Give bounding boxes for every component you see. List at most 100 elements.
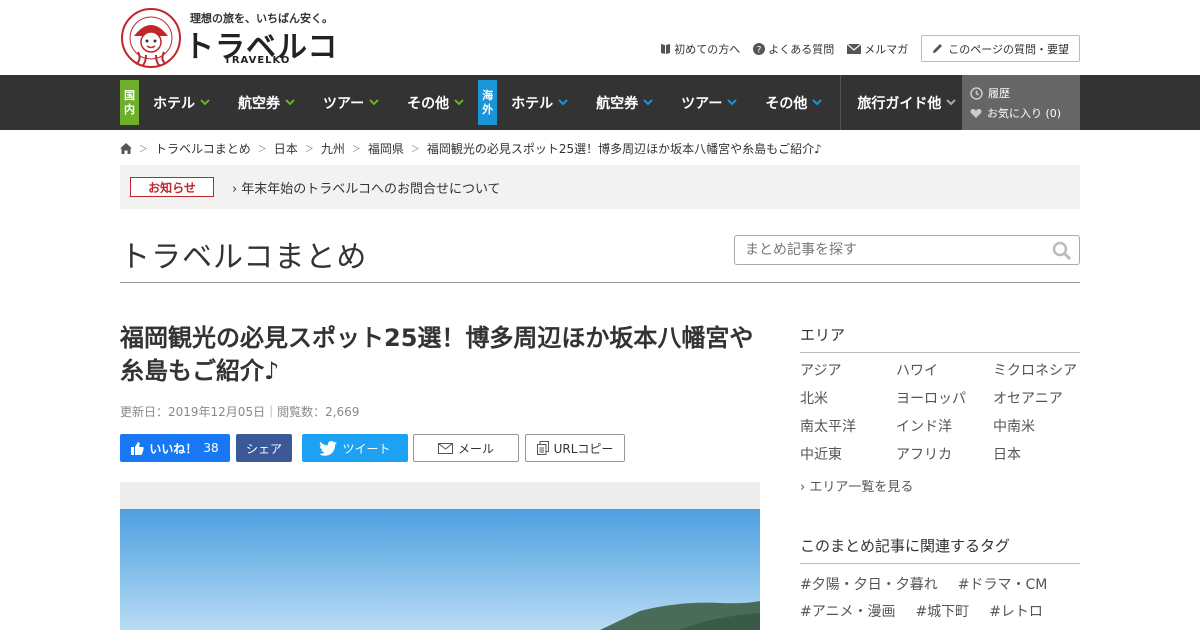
nav-travel-guide[interactable]: 旅行ガイド他	[841, 75, 970, 130]
favorites-link-label: お気に入り (0)	[987, 107, 1062, 120]
area-item-asia[interactable]: アジア	[800, 360, 896, 380]
breadcrumb-item-fukuoka[interactable]: 福岡県	[368, 140, 404, 157]
faq-link-label: よくある質問	[768, 42, 835, 56]
chevron-down-icon	[200, 99, 210, 106]
url-copy-label: URLコピー	[553, 441, 614, 456]
tweet-button[interactable]: ツイート	[302, 434, 408, 462]
breadcrumb-item-japan[interactable]: 日本	[274, 140, 298, 157]
tag-item[interactable]: #夕陽・夕日・夕暮れ	[800, 572, 938, 599]
tag-item[interactable]: #ドラマ・CM	[958, 572, 1048, 599]
newsletter-link-label: メルマガ	[864, 42, 909, 56]
nav-domestic-hotel-label: ホテル	[153, 95, 195, 112]
breadcrumb-separator: ＞	[139, 145, 149, 155]
area-item-latin-america[interactable]: 中南米	[993, 416, 1085, 436]
tag-item[interactable]: #城下町	[915, 599, 969, 626]
nav-travel-guide-label: 旅行ガイド他	[857, 95, 942, 112]
mail-share-button[interactable]: メール	[413, 434, 519, 462]
area-item-japan[interactable]: 日本	[993, 444, 1085, 464]
mail-share-label: メール	[457, 441, 494, 456]
domestic-tag-char-2: 内	[124, 102, 135, 116]
chevron-right-icon: ›	[800, 480, 810, 495]
chevron-down-icon	[643, 99, 653, 106]
breadcrumb-current: 福岡観光の必見スポット25選！博多周辺ほか坂本八幡宮や糸島もご紹介♪	[426, 142, 822, 156]
nav-domestic-tour[interactable]: ツアー	[309, 75, 393, 130]
area-item-micronesia[interactable]: ミクロネシア	[993, 360, 1085, 380]
area-more-link[interactable]: › エリア一覧を見る	[800, 476, 913, 495]
nav-overseas-tour[interactable]: ツアー	[667, 75, 751, 130]
chevron-down-icon	[454, 99, 464, 106]
area-list: アジア ハワイ ミクロネシア 北米 ヨーロッパ オセアニア 南太平洋 インド洋 …	[800, 360, 1085, 464]
history-link-label: 履歴	[988, 87, 1010, 100]
domestic-tag: 国 内	[120, 80, 139, 125]
travelko-mascot-badge-icon	[121, 8, 181, 68]
breadcrumb-item-kyushu[interactable]: 九州	[321, 140, 345, 157]
area-item-oceania[interactable]: オセアニア	[993, 388, 1085, 408]
tag-item[interactable]: #レトロ	[989, 599, 1043, 626]
first-time-link[interactable]: 初めての方へ	[660, 41, 740, 57]
breadcrumb-separator: ＞	[304, 145, 314, 155]
nav-domestic-flight[interactable]: 航空券	[224, 75, 309, 130]
history-link[interactable]: 履歴	[970, 83, 1080, 103]
area-item-indian-ocean[interactable]: インド洋	[896, 416, 993, 436]
nav-overseas-flight[interactable]: 航空券	[582, 75, 667, 130]
copy-icon	[536, 441, 549, 455]
faq-link[interactable]: ? よくある質問	[753, 41, 834, 57]
first-time-link-label: 初めての方へ	[674, 42, 741, 56]
nav-domestic-hotel[interactable]: ホテル	[139, 75, 224, 130]
hero-photo	[120, 509, 760, 630]
history-favorites-panel: 履歴 お気に入り (0)	[962, 75, 1080, 130]
history-clock-icon	[970, 86, 983, 100]
area-item-hawaii[interactable]: ハワイ	[896, 360, 993, 380]
search-icon[interactable]	[1052, 241, 1071, 260]
area-item-africa[interactable]: アフリカ	[896, 444, 993, 464]
overseas-tag: 海 外	[478, 80, 498, 125]
breadcrumb: ＞ トラベルコまとめ ＞ 日本 ＞ 九州 ＞ 福岡県 ＞ 福岡観光の必見スポット…	[120, 140, 822, 157]
thumbs-up-icon	[131, 441, 145, 455]
area-heading: エリア	[800, 324, 1080, 353]
mail-icon	[847, 43, 862, 54]
home-icon[interactable]	[120, 143, 132, 154]
favorites-link[interactable]: お気に入り (0)	[970, 103, 1080, 123]
tag-list: #夕陽・夕日・夕暮れ #ドラマ・CM #アニメ・漫画 #城下町 #レトロ	[800, 572, 1090, 626]
notice-link[interactable]: › 年末年始のトラベルコへのお問合せについて	[232, 178, 501, 197]
article-title: 福岡観光の必見スポット25選！博多周辺ほか坂本八幡宮や糸島もご紹介♪	[120, 324, 754, 385]
svg-text:?: ?	[757, 45, 762, 55]
notice-bar: お知らせ › 年末年始のトラベルコへのお問合せについて	[120, 165, 1080, 209]
page-question-button-label: このページの質問・要望	[948, 42, 1069, 56]
chevron-down-icon	[369, 99, 379, 106]
logo-subtext: TRAVELKO	[224, 55, 291, 66]
area-item-europe[interactable]: ヨーロッパ	[896, 388, 993, 408]
site-logo[interactable]: 理想の旅を、いちばん安く。 トラベルコ TRAVELKO	[120, 8, 337, 68]
area-item-south-pacific[interactable]: 南太平洋	[800, 416, 896, 436]
search-input[interactable]	[745, 242, 1045, 258]
breadcrumb-item-matome[interactable]: トラベルコまとめ	[155, 140, 251, 157]
overseas-tag-char-1: 海	[482, 88, 494, 102]
article-search	[734, 235, 1080, 265]
url-copy-button[interactable]: URLコピー	[525, 434, 625, 462]
tag-item[interactable]: #アニメ・漫画	[800, 599, 895, 626]
newsletter-link[interactable]: メルマガ	[847, 41, 908, 57]
tweet-button-label: ツイート	[342, 441, 391, 456]
section-divider	[120, 282, 1080, 283]
notice-link-label: 年末年始のトラベルコへのお問合せについて	[241, 181, 501, 197]
facebook-share-button[interactable]: シェア	[236, 434, 292, 462]
chevron-down-icon	[285, 99, 295, 106]
pencil-icon	[933, 44, 943, 53]
heart-icon	[970, 108, 982, 118]
nav-overseas-hotel[interactable]: ホテル	[497, 75, 582, 130]
breadcrumb-separator: ＞	[410, 145, 420, 155]
nav-domestic-other[interactable]: その他	[393, 75, 478, 130]
section-title: トラベルコまとめ	[120, 240, 368, 275]
chevron-down-icon	[946, 99, 957, 106]
nav-overseas-flight-label: 航空券	[596, 95, 639, 112]
facebook-like-button[interactable]: いいね！ 38	[120, 434, 230, 462]
area-item-middle-east[interactable]: 中近東	[800, 444, 896, 464]
page-question-button[interactable]: このページの質問・要望	[921, 35, 1080, 62]
area-item-north-america[interactable]: 北米	[800, 388, 896, 408]
overseas-tag-char-2: 外	[482, 102, 494, 116]
global-nav-inner: 国 内 ホテル 航空券 ツアー その他 海 外 ホテル 航空券 ツアー その他 …	[120, 75, 970, 130]
nav-overseas-other[interactable]: その他	[751, 75, 836, 130]
envelope-icon	[437, 442, 453, 454]
notice-badge: お知らせ	[130, 177, 214, 197]
nav-overseas-tour-label: ツアー	[681, 95, 723, 112]
